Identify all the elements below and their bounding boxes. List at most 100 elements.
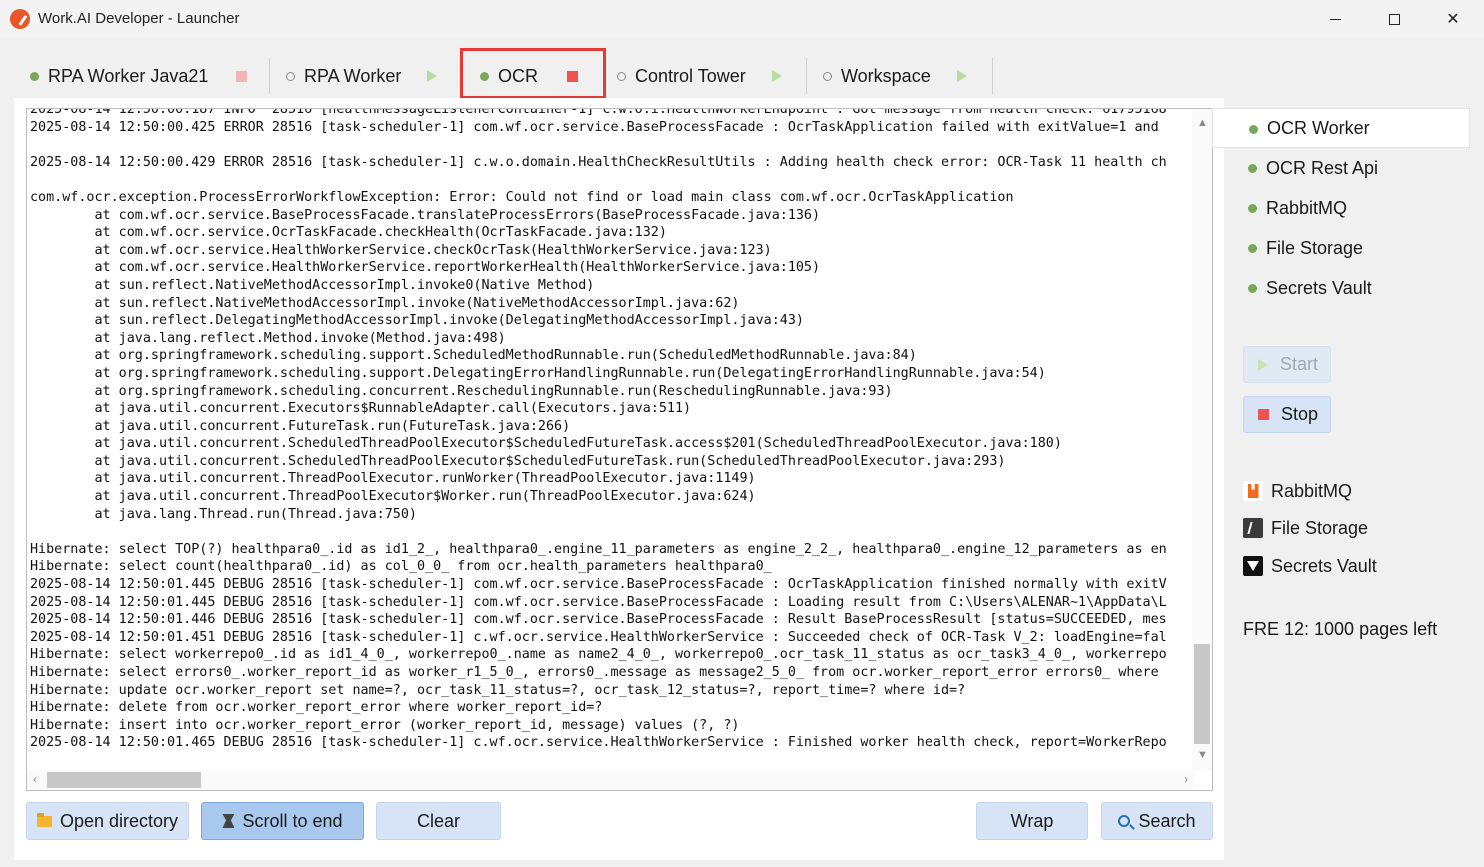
log-line: 2025-08-14 12:50:01.446 DEBUG 28516 [tas… <box>30 612 1167 628</box>
service-item-rabbitmq[interactable]: RabbitMQ <box>1212 188 1470 228</box>
close-icon: ✕ <box>1446 11 1460 28</box>
rabbitmq-link-label: RabbitMQ <box>1271 480 1353 501</box>
service-item-file-storage[interactable]: File Storage <box>1212 228 1470 268</box>
play-icon <box>1258 358 1268 371</box>
vertical-scrollbar[interactable]: ▲ ▼ <box>1192 109 1212 771</box>
scroll-up-icon[interactable]: ▲ <box>1197 117 1208 129</box>
tab-label: Workspace <box>841 65 931 86</box>
running-status-icon <box>1248 244 1257 253</box>
log-output[interactable]: 2025-08-14 12:50:00.187 INFO 28516 [heal… <box>26 108 1213 791</box>
tab-rpa-worker-java21[interactable]: RPA Worker Java21 <box>30 56 248 96</box>
play-icon[interactable] <box>771 70 782 82</box>
tab-label: RPA Worker <box>304 65 402 86</box>
tab-divider <box>269 58 270 94</box>
stopped-status-icon <box>617 71 626 81</box>
scroll-to-end-button[interactable]: Scroll to end <box>201 802 364 840</box>
file-storage-link[interactable]: File Storage <box>1243 515 1368 541</box>
log-line: at com.wf.ocr.service.HealthWorkerServic… <box>30 242 772 258</box>
tab-divider <box>992 58 993 94</box>
clear-button[interactable]: Clear <box>376 802 501 840</box>
start-button[interactable]: Start <box>1243 346 1331 383</box>
stopped-status-icon <box>286 71 295 81</box>
log-line: at java.util.concurrent.ScheduledThreadP… <box>30 436 1062 452</box>
hourglass-icon <box>222 814 235 828</box>
log-line: at com.wf.ocr.service.HealthWorkerServic… <box>30 260 821 276</box>
log-line: 2025-08-14 12:50:01.451 DEBUG 28516 [tas… <box>30 629 1167 645</box>
log-line: at org.springframework.scheduling.suppor… <box>30 365 1046 381</box>
scroll-to-end-label: Scroll to end <box>242 810 343 831</box>
running-status-icon <box>30 71 39 81</box>
log-line: at java.util.concurrent.ThreadPoolExecut… <box>30 471 756 487</box>
wrap-label: Wrap <box>1010 810 1054 831</box>
maximize-button[interactable] <box>1365 0 1423 38</box>
license-pages-left: FRE 12: 1000 pages left <box>1243 619 1438 639</box>
title-bar: Work.AI Developer - Launcher ✕ <box>0 0 1484 38</box>
log-line: Hibernate: insert into ocr.worker_report… <box>30 717 740 733</box>
stop-icon <box>1258 409 1269 420</box>
log-line: at sun.reflect.NativeMethodAccessorImpl.… <box>30 277 595 293</box>
log-line: Hibernate: select count(healthpara0_.id)… <box>30 559 772 575</box>
stop-icon[interactable] <box>236 70 248 82</box>
log-line: at sun.reflect.DelegatingMethodAccessorI… <box>30 313 804 329</box>
log-line: at java.util.concurrent.ScheduledThreadP… <box>30 453 1006 469</box>
running-status-icon <box>1248 284 1257 293</box>
log-line: at sun.reflect.NativeMethodAccessorImpl.… <box>30 295 740 311</box>
services-list: OCR Worker OCR Rest Api RabbitMQ File St… <box>1212 108 1470 313</box>
log-line: at java.lang.Thread.run(Thread.java:750) <box>30 506 417 522</box>
selected-tab-highlight <box>460 48 606 99</box>
clear-label: Clear <box>416 810 460 831</box>
log-line: at java.util.concurrent.ThreadPoolExecut… <box>30 489 756 505</box>
service-item-secrets-vault[interactable]: Secrets Vault <box>1212 268 1470 308</box>
horizontal-scrollbar[interactable]: ‹ › <box>27 770 1194 790</box>
search-label: Search <box>1138 810 1196 831</box>
scroll-left-icon[interactable]: ‹ <box>33 772 37 786</box>
log-line: at org.springframework.scheduling.suppor… <box>30 348 917 364</box>
rabbitmq-link[interactable]: RabbitMQ <box>1243 478 1352 504</box>
log-line: at java.lang.reflect.Method.invoke(Metho… <box>30 330 506 346</box>
tab-divider <box>806 58 807 94</box>
running-status-icon <box>1249 125 1258 134</box>
minimize-button[interactable] <box>1306 0 1364 38</box>
tab-rpa-worker[interactable]: RPA Worker <box>286 56 438 96</box>
log-line: Hibernate: update ocr.worker_report set … <box>30 682 966 698</box>
log-line: 2025-08-14 12:50:01.445 DEBUG 28516 [tas… <box>30 594 1167 610</box>
secrets-vault-link[interactable]: Secrets Vault <box>1243 553 1377 579</box>
log-line: 2025-08-14 12:50:01.465 DEBUG 28516 [tas… <box>30 735 1167 751</box>
running-status-icon <box>1248 204 1257 213</box>
horizontal-scroll-thumb[interactable] <box>47 772 201 788</box>
maximize-icon <box>1388 13 1400 25</box>
service-label: Secrets Vault <box>1266 277 1372 298</box>
log-line: at org.springframework.scheduling.concur… <box>30 383 893 399</box>
wrap-button[interactable]: Wrap <box>976 802 1088 840</box>
vertical-scroll-thumb[interactable] <box>1194 644 1210 744</box>
stop-button[interactable]: Stop <box>1243 396 1331 433</box>
play-icon[interactable] <box>956 70 967 82</box>
folder-icon <box>36 812 52 827</box>
play-icon[interactable] <box>427 70 438 82</box>
search-button[interactable]: Search <box>1101 802 1213 840</box>
service-item-ocr-worker[interactable]: OCR Worker <box>1212 108 1470 148</box>
minimize-icon <box>1329 18 1341 20</box>
log-line: 2025-08-14 12:50:00.425 ERROR 28516 [tas… <box>30 119 1159 135</box>
scroll-right-icon[interactable]: › <box>1184 772 1188 786</box>
app-logo-icon <box>10 9 30 29</box>
open-directory-button[interactable]: Open directory <box>26 802 189 840</box>
service-item-ocr-rest-api[interactable]: OCR Rest Api <box>1212 148 1470 188</box>
open-directory-label: Open directory <box>59 810 179 831</box>
tab-control-tower[interactable]: Control Tower <box>617 56 782 96</box>
log-line: com.wf.ocr.exception.ProcessErrorWorkflo… <box>30 189 1014 205</box>
log-line: Hibernate: select workerrepo0_.id as id1… <box>30 647 1167 663</box>
stop-label: Stop <box>1281 404 1319 424</box>
scroll-down-icon[interactable]: ▼ <box>1197 749 1208 761</box>
service-label: OCR Rest Api <box>1266 157 1379 178</box>
log-line: at java.util.concurrent.Executors$Runnab… <box>30 401 692 417</box>
start-label: Start <box>1280 354 1319 374</box>
tab-workspace[interactable]: Workspace <box>823 56 967 96</box>
tab-label: RPA Worker Java21 <box>48 65 209 86</box>
close-button[interactable]: ✕ <box>1424 0 1482 38</box>
secrets-vault-link-label: Secrets Vault <box>1271 555 1377 576</box>
service-label: RabbitMQ <box>1266 197 1348 218</box>
